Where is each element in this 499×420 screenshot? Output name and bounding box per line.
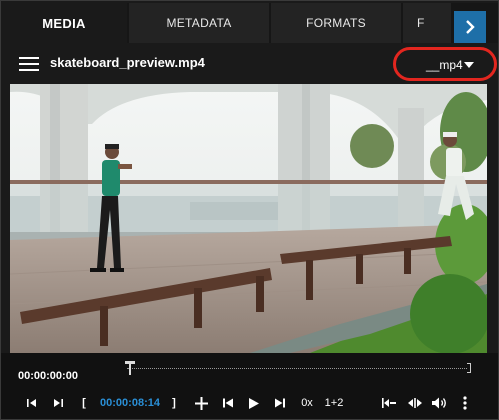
timeline-track — [127, 368, 467, 369]
video-frame-image — [10, 84, 487, 353]
more-vertical-icon[interactable] — [459, 395, 471, 411]
menu-icon[interactable] — [19, 57, 39, 71]
tab-media[interactable]: MEDIA — [1, 3, 129, 43]
playback-controls: 00:00:00:00 [ 00:00:08:14 ] 0x 1+2 — [1, 353, 498, 419]
skip-back-icon[interactable] — [221, 395, 235, 411]
tab-metadata[interactable]: METADATA — [129, 3, 271, 43]
tab-formats[interactable]: FORMATS — [271, 3, 403, 43]
playback-speed[interactable]: 0x — [298, 395, 316, 411]
caret-down-icon — [464, 62, 474, 68]
current-timecode: 00:00:00:00 — [18, 370, 78, 382]
mark-in-bracket[interactable]: [ — [79, 395, 89, 411]
tab-truncated[interactable]: F — [403, 3, 453, 43]
file-header: skateboard_preview.mp4 __mp4 — [1, 45, 498, 83]
audio-channels[interactable]: 1+2 — [322, 395, 346, 411]
volume-icon[interactable] — [431, 395, 449, 411]
play-icon[interactable] — [247, 395, 261, 411]
video-preview[interactable] — [10, 84, 487, 353]
timeline-scrubber[interactable] — [125, 361, 471, 375]
go-to-start-icon[interactable] — [25, 395, 39, 411]
split-icon[interactable] — [407, 395, 423, 411]
media-panel: MEDIA METADATA FORMATS F skateboard_prev… — [0, 0, 499, 420]
file-title: skateboard_preview.mp4 — [50, 55, 205, 70]
tab-bar: MEDIA METADATA FORMATS F — [1, 3, 498, 43]
playhead-handle[interactable] — [125, 361, 135, 375]
skip-forward-icon[interactable] — [273, 395, 287, 411]
format-dropdown[interactable]: __mp4 — [393, 47, 497, 81]
mark-in-timecode[interactable]: 00:00:08:14 — [98, 395, 162, 411]
go-to-end-icon[interactable] — [51, 395, 65, 411]
plus-icon[interactable] — [192, 395, 210, 411]
timeline-end-marker — [467, 363, 471, 373]
chevron-right-icon — [466, 20, 475, 34]
mark-out-bracket[interactable]: ] — [169, 395, 179, 411]
format-value: __mp4 — [426, 58, 463, 72]
tab-scroll-right-button[interactable] — [454, 11, 486, 43]
trim-icon[interactable] — [381, 395, 397, 411]
